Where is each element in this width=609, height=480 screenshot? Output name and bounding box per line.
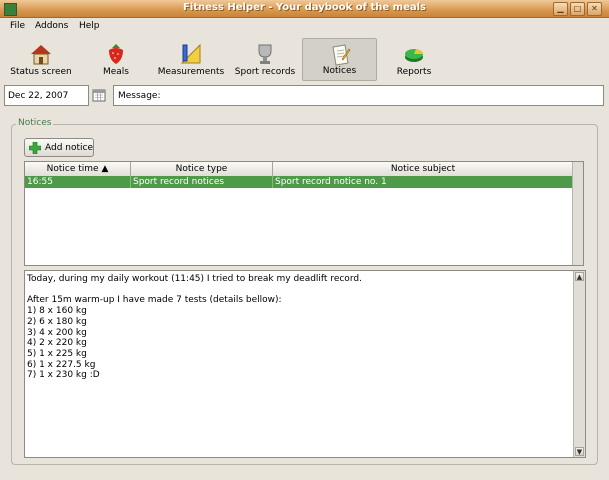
scroll-down-arrow-icon[interactable]: ▼ (575, 447, 584, 456)
column-header-notice-subject[interactable]: Notice subject (273, 162, 574, 176)
menu-addons[interactable]: Addons (35, 21, 68, 31)
notice-text-line: Today, during my daily workout (11:45) I… (27, 274, 362, 284)
notice-text-line: 4) 2 x 220 kg (27, 338, 87, 349)
notice-text-line: 1) 8 x 160 kg (27, 306, 87, 317)
notice-text: Today, during my daily workout (11:45) I… (27, 274, 362, 381)
notices-table: Notice time ▲ Notice type Notice subject… (24, 161, 584, 266)
close-button[interactable]: ✕ (587, 2, 602, 16)
toolbar-reports-button[interactable]: Reports (388, 38, 440, 81)
cell-notice-type: Sport record notices (131, 176, 273, 188)
toolbar: Status screen Meals Measurements Sport r… (0, 36, 609, 83)
notice-text-line: 7) 1 x 230 kg :D (27, 370, 100, 381)
toolbar-sport-records-button[interactable]: Sport records (233, 38, 297, 81)
toolbar-measurements-button[interactable]: Measurements (155, 38, 227, 81)
toolbar-status-screen-button[interactable]: Status screen (6, 38, 76, 81)
sort-ascending-icon: ▲ (101, 164, 109, 174)
toolbar-meals-button[interactable]: Meals (90, 38, 142, 81)
menu-file[interactable]: File (10, 21, 25, 31)
menu-bar: File Addons Help (0, 18, 609, 35)
window-title: Fitness Helper - Your daybook of the mea… (183, 2, 426, 13)
toolbar-notices-button[interactable]: Notices (302, 38, 377, 81)
pie-chart-icon (405, 49, 423, 62)
notice-text-line: 2) 6 x 180 kg (27, 316, 87, 327)
notepad-icon (331, 44, 350, 66)
menu-help[interactable]: Help (79, 21, 100, 31)
maximize-button[interactable]: □ (570, 2, 585, 16)
title-bar: Fitness Helper - Your daybook of the mea… (0, 0, 609, 18)
notice-text-line: 5) 1 x 225 kg (27, 348, 87, 359)
table-row[interactable]: 16:55 Sport record notices Sport record … (25, 176, 574, 188)
table-header: Notice time ▲ Notice type Notice subject (25, 162, 574, 177)
ruler-pencil-icon (180, 43, 201, 64)
date-value: Dec 22, 2007 (8, 91, 69, 101)
notice-text-line: 3) 4 x 200 kg (27, 327, 87, 338)
text-scrollbar[interactable]: ▲ ▼ (573, 271, 585, 457)
column-header-notice-type[interactable]: Notice type (131, 162, 273, 176)
strawberry-icon (109, 44, 123, 64)
notice-text-line: 6) 1 x 227.5 kg (27, 359, 96, 370)
cell-notice-time: 16:55 (25, 176, 131, 188)
notice-text-area[interactable]: Today, during my daily workout (11:45) I… (24, 270, 586, 458)
notice-text-line: After 15m warm-up I have made 7 tests (d… (27, 295, 282, 306)
minimize-button[interactable]: ▁ (553, 2, 568, 16)
column-header-notice-time[interactable]: Notice time ▲ (25, 162, 131, 176)
scroll-up-arrow-icon[interactable]: ▲ (575, 272, 584, 281)
message-field[interactable]: Message: (113, 85, 604, 106)
cell-notice-subject: Sport record notice no. 1 (275, 177, 387, 187)
message-label: Message: (118, 91, 161, 101)
calendar-icon[interactable] (91, 87, 107, 103)
trophy-icon (258, 44, 272, 64)
house-icon (31, 45, 51, 65)
notices-group-title: Notices (16, 118, 54, 128)
add-notice-button[interactable]: Add notice (24, 138, 94, 157)
date-field[interactable]: Dec 22, 2007 (4, 85, 89, 106)
plus-icon (29, 142, 41, 154)
table-scrollbar[interactable] (572, 162, 583, 265)
